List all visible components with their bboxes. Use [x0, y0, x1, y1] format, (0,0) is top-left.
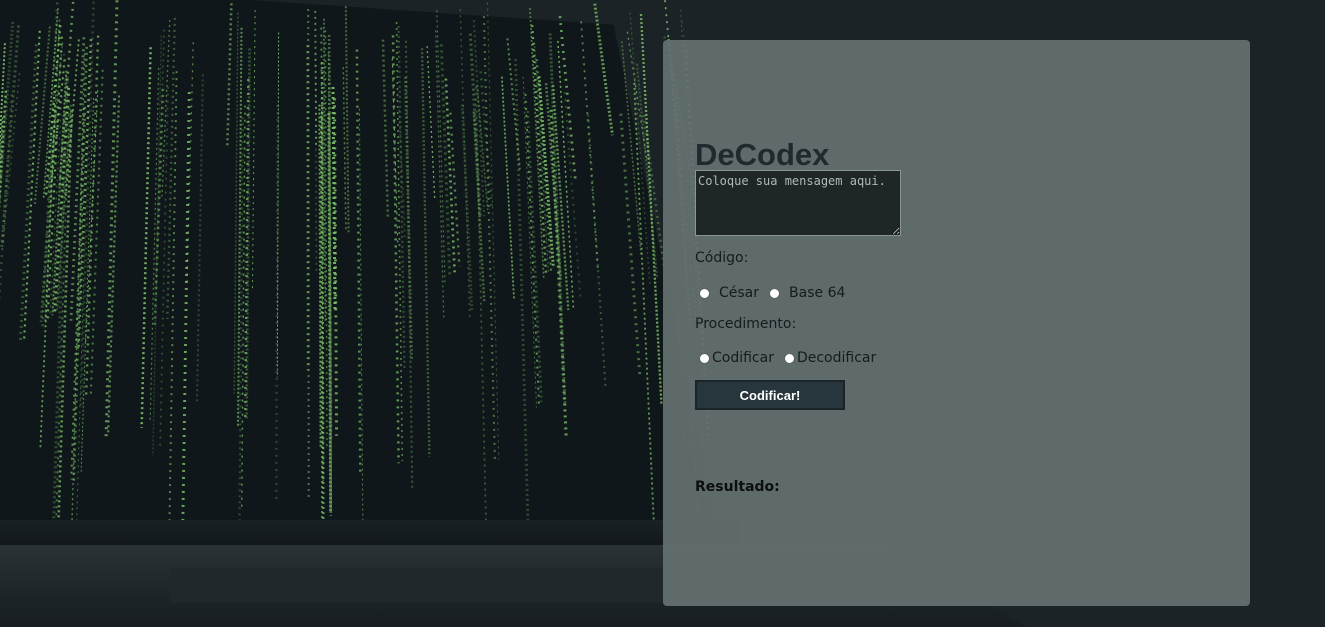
radio-cesar[interactable] [699, 287, 710, 299]
matrix-streak [58, 1, 75, 187]
matrix-streak [420, 48, 431, 457]
matrix-streak [18, 44, 38, 342]
matrix-streak [275, 104, 279, 501]
matrix-streak [168, 71, 178, 540]
matrix-streak [355, 49, 362, 475]
matrix-streak [342, 67, 347, 232]
matrix-streak [435, 30, 445, 320]
procedure-radio-group: Codificar Decodificar [699, 350, 876, 366]
matrix-streak [482, 16, 496, 462]
matrix-streak [140, 47, 152, 428]
radio-codificar-label: Codificar [712, 350, 774, 366]
radio-decodificar-label: Decodificar [796, 350, 877, 366]
matrix-streak [486, 2, 500, 460]
matrix-streak [54, 93, 71, 540]
matrix-streak [344, 6, 350, 233]
matrix-streak [501, 76, 515, 299]
matrix-streak [251, 10, 256, 290]
radio-base64[interactable] [769, 287, 781, 299]
laptop-keyboard [170, 568, 690, 603]
decodex-form-card: DeCodex Código: César Base 64 Procedimen… [663, 40, 1250, 606]
code-label: Código: [695, 250, 749, 266]
matrix-streak [514, 58, 530, 540]
result-label: Resultado: [695, 479, 780, 495]
matrix-streak [226, 3, 233, 147]
matrix-streak [398, 109, 406, 237]
matrix-streak [472, 20, 486, 217]
matrix-streak [166, 17, 176, 320]
matrix-streak [41, 2, 59, 327]
matrix-streak [314, 10, 318, 149]
radio-cesar-label: César [719, 285, 760, 301]
radio-decodificar[interactable] [783, 352, 795, 364]
procedure-label: Procedimento: [695, 316, 797, 332]
matrix-streak [314, 52, 318, 274]
matrix-streak [327, 35, 333, 517]
matrix-streak [324, 30, 328, 448]
app-title: DeCodex [695, 137, 830, 172]
matrix-streak [633, 82, 656, 533]
matrix-streak [276, 32, 280, 378]
matrix-streak [323, 18, 327, 323]
matrix-streak [479, 71, 493, 208]
matrix-streak [449, 112, 461, 267]
matrix-streak [391, 35, 400, 464]
codificar-button[interactable]: Codificar! [695, 380, 845, 410]
matrix-streak [70, 53, 86, 537]
matrix-streak [181, 91, 191, 539]
matrix-streak [558, 15, 577, 182]
matrix-streak [196, 74, 204, 402]
matrix-streak [404, 40, 414, 489]
radio-codificar[interactable] [699, 352, 710, 364]
matrix-streak [426, 46, 436, 200]
message-input[interactable] [695, 170, 901, 236]
matrix-streak [472, 111, 486, 302]
code-radio-group: César Base 64 [699, 285, 845, 301]
matrix-streak [531, 24, 548, 277]
matrix-streak [381, 39, 390, 219]
matrix-streak [33, 26, 51, 205]
matrix-streak [107, 95, 121, 434]
matrix-streak [391, 58, 399, 246]
matrix-streak [1, 73, 21, 246]
matrix-streak [459, 9, 471, 319]
radio-base64-label: Base 64 [789, 285, 846, 301]
matrix-streak [23, 30, 41, 340]
matrix-rain [0, 0, 710, 540]
matrix-streak [104, 0, 119, 441]
matrix-streak [72, 46, 88, 481]
matrix-streak [593, 3, 614, 136]
matrix-streak [233, 12, 239, 394]
matrix-streak [333, 98, 339, 436]
matrix-streak [245, 48, 251, 419]
